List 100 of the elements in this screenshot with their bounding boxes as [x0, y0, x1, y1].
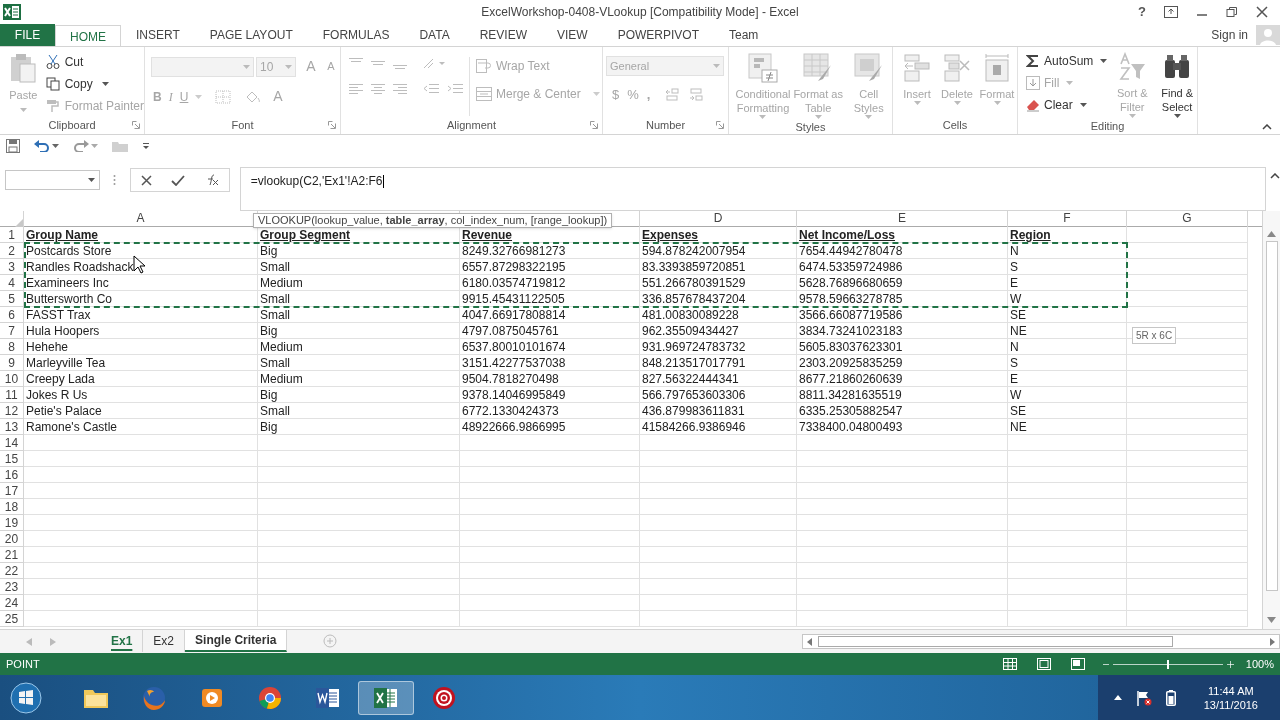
ribbon-tab[interactable]: POWERPIVOT: [602, 24, 714, 46]
cut-button[interactable]: Cut: [45, 53, 144, 71]
previous-sheet-icon[interactable]: [26, 638, 32, 646]
row-header[interactable]: 12: [0, 403, 24, 419]
orientation-icon[interactable]: [423, 57, 445, 69]
formula-field[interactable]: =vlookup(C2,'Ex1'!A2:F6: [239, 167, 1266, 211]
ribbon-display-icon[interactable]: [1164, 6, 1178, 18]
taskbar-button[interactable]: [358, 680, 414, 715]
collapse-formula-bar-icon[interactable]: [1270, 173, 1280, 179]
clear-button[interactable]: Clear: [1026, 96, 1108, 114]
row-header[interactable]: 13: [0, 419, 24, 435]
next-sheet-icon[interactable]: [50, 638, 56, 646]
select-all-icon[interactable]: [15, 219, 23, 227]
scroll-right-icon[interactable]: [1270, 637, 1275, 646]
insert-icon: [903, 53, 931, 83]
row-header[interactable]: 24: [0, 595, 24, 611]
page-break-view-icon[interactable]: [1070, 658, 1085, 670]
row-header[interactable]: 11: [0, 387, 24, 403]
dialog-launcher-icon[interactable]: [328, 121, 336, 129]
sign-in-link[interactable]: Sign in: [1211, 26, 1248, 44]
ribbon-tab[interactable]: PAGE LAYOUT: [194, 24, 308, 46]
zoom-in-icon[interactable]: [1226, 660, 1234, 668]
row-header[interactable]: 6: [0, 307, 24, 323]
battery-icon[interactable]: [1165, 689, 1176, 706]
caret-icon[interactable]: [52, 144, 59, 148]
normal-view-icon[interactable]: [1002, 658, 1017, 670]
name-box[interactable]: [5, 170, 100, 190]
zoom-level[interactable]: 100%: [1245, 655, 1274, 673]
customize-toolbar-icon[interactable]: [142, 142, 150, 150]
row-header[interactable]: 8: [0, 339, 24, 355]
close-icon[interactable]: [1256, 6, 1268, 18]
column-header[interactable]: F: [1008, 211, 1127, 227]
autosum-button[interactable]: AutoSum: [1026, 52, 1108, 70]
page-layout-view-icon[interactable]: [1036, 658, 1051, 670]
start-button-icon[interactable]: [9, 680, 43, 715]
row-header[interactable]: 23: [0, 579, 24, 595]
fill-color-icon[interactable]: [244, 89, 263, 104]
ribbon-tab[interactable]: HOME: [55, 25, 121, 47]
row-header[interactable]: 19: [0, 515, 24, 531]
zoom-slider-thumb[interactable]: [1166, 659, 1169, 669]
row-header[interactable]: 18: [0, 499, 24, 515]
find-select-button[interactable]: Find & Select: [1157, 52, 1197, 118]
save-icon[interactable]: [6, 139, 20, 153]
clock-date[interactable]: 13/11/2016: [1203, 697, 1258, 712]
copy-button[interactable]: Copy: [45, 75, 144, 93]
ribbon-tab[interactable]: Team: [714, 24, 774, 46]
row-header[interactable]: 25: [0, 611, 24, 627]
ribbon-tab[interactable]: REVIEW: [464, 24, 542, 46]
row-header[interactable]: 22: [0, 563, 24, 579]
decrease-indent-icon[interactable]: [423, 83, 439, 95]
increase-indent-icon[interactable]: [447, 83, 463, 95]
align-right-icon[interactable]: [393, 83, 407, 95]
clock-time[interactable]: 11:44 AM: [1208, 683, 1254, 698]
row-header[interactable]: 1: [0, 227, 24, 243]
column-header[interactable]: E: [797, 211, 1008, 227]
enter-icon[interactable]: [171, 174, 186, 186]
column-header[interactable]: D: [640, 211, 797, 227]
align-center-icon[interactable]: [371, 83, 385, 95]
scroll-left-icon[interactable]: [807, 637, 813, 646]
table-cell: 436.879983611831: [640, 403, 797, 419]
insert-function-icon[interactable]: [205, 174, 219, 186]
ribbon-tab[interactable]: FORMULAS: [307, 24, 405, 46]
row-header[interactable]: 2: [0, 243, 24, 259]
row-header[interactable]: 15: [0, 451, 24, 467]
sheet-tab[interactable]: Single Criteria: [185, 630, 288, 652]
row-header[interactable]: 5: [0, 291, 24, 307]
column-header[interactable]: G: [1127, 211, 1248, 227]
undo-icon[interactable]: [34, 140, 50, 152]
scroll-up-icon[interactable]: [1267, 231, 1276, 237]
table-cell: Small: [258, 403, 460, 419]
sheet-tab[interactable]: Ex1: [101, 630, 144, 652]
restore-icon[interactable]: [1226, 6, 1238, 18]
collapse-ribbon-icon[interactable]: [1262, 124, 1272, 130]
dialog-launcher-icon[interactable]: [716, 121, 724, 129]
align-left-icon[interactable]: [349, 83, 363, 95]
row-header[interactable]: 17: [0, 483, 24, 499]
scroll-down-icon[interactable]: [1267, 617, 1276, 623]
show-hidden-icons-icon[interactable]: [1113, 695, 1122, 700]
row-header[interactable]: 20: [0, 531, 24, 547]
cancel-icon[interactable]: [140, 174, 152, 186]
ribbon-tab[interactable]: INSERT: [121, 24, 195, 46]
row-header[interactable]: 10: [0, 371, 24, 387]
action-center-flag-icon[interactable]: [1135, 689, 1152, 706]
ribbon-tab[interactable]: VIEW: [542, 24, 603, 46]
ribbon-tab[interactable]: DATA: [404, 24, 465, 46]
scrollbar-thumb[interactable]: [1265, 241, 1278, 591]
dialog-launcher-icon[interactable]: [132, 121, 140, 129]
help-button[interactable]: ?: [1138, 2, 1146, 22]
firefox-app-icon: [141, 684, 167, 711]
scrollbar-thumb[interactable]: [818, 636, 1174, 647]
row-header[interactable]: 4: [0, 275, 24, 291]
row-header[interactable]: 3: [0, 259, 24, 275]
row-header[interactable]: 9: [0, 355, 24, 371]
ribbon-tab[interactable]: FILE: [0, 24, 55, 46]
dialog-launcher-icon[interactable]: [590, 121, 598, 129]
row-header[interactable]: 7: [0, 323, 24, 339]
row-header[interactable]: 21: [0, 547, 24, 563]
redo-icon[interactable]: [73, 140, 89, 152]
row-header[interactable]: 14: [0, 435, 24, 451]
row-header[interactable]: 16: [0, 467, 24, 483]
